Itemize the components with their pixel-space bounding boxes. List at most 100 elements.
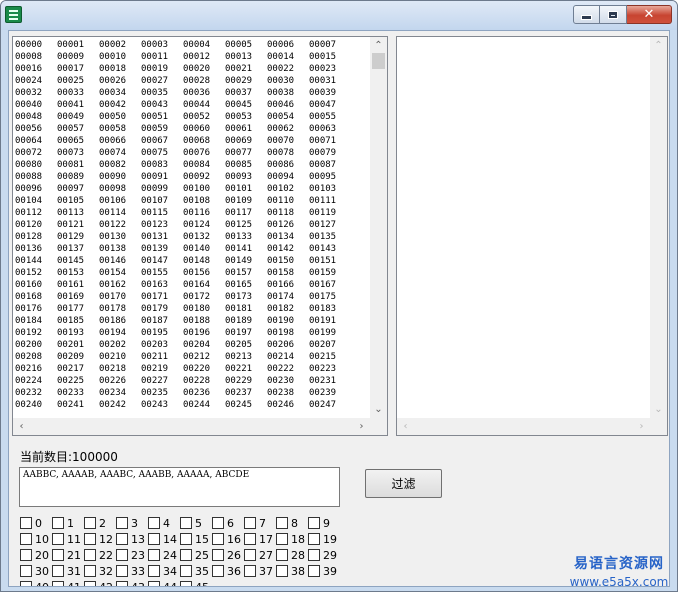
- filter-button[interactable]: 过滤: [365, 469, 442, 498]
- checkbox-box[interactable]: [244, 517, 256, 529]
- result-list-hscrollbar[interactable]: ‹ ›: [397, 418, 650, 435]
- checkbox-box[interactable]: [308, 517, 320, 529]
- list-item[interactable]: 00240 00241 00242 00243 00244 00245 00246 00247: [15, 399, 351, 411]
- checkbox-12[interactable]: 12: [84, 531, 113, 547]
- checkbox-18[interactable]: 18: [276, 531, 305, 547]
- checkbox-30[interactable]: 30: [20, 563, 49, 579]
- list-item[interactable]: 00048 00049 00050 00051 00052 00053 00054 00055: [15, 111, 351, 123]
- list-item[interactable]: 00096 00097 00098 00099 00100 00101 00102 00103: [15, 183, 351, 195]
- checkbox-0[interactable]: 0: [20, 515, 42, 531]
- checkbox-9[interactable]: 9: [308, 515, 330, 531]
- list-item[interactable]: 00216 00217 00218 00219 00220 00221 00222 00223: [15, 363, 351, 375]
- scroll-left-arrow-icon[interactable]: ‹: [13, 418, 30, 435]
- checkbox-14[interactable]: 14: [148, 531, 177, 547]
- list-item[interactable]: 00128 00129 00130 00131 00132 00133 00134 00135: [15, 231, 351, 243]
- list-item[interactable]: 00016 00017 00018 00019 00020 00021 00022 00023: [15, 63, 351, 75]
- checkbox-39[interactable]: 39: [308, 563, 337, 579]
- checkbox-box[interactable]: [84, 517, 96, 529]
- title-bar[interactable]: ✕: [1, 1, 677, 30]
- checkbox-29[interactable]: 29: [308, 547, 337, 563]
- checkbox-15[interactable]: 15: [180, 531, 209, 547]
- checkbox-24[interactable]: 24: [148, 547, 177, 563]
- checkbox-box[interactable]: [20, 565, 32, 577]
- checkbox-45[interactable]: 45: [180, 579, 209, 586]
- list-item[interactable]: 00032 00033 00034 00035 00036 00037 00038 00039: [15, 87, 351, 99]
- checkbox-box[interactable]: [180, 549, 192, 561]
- checkbox-21[interactable]: 21: [52, 547, 81, 563]
- checkbox-box[interactable]: [148, 533, 160, 545]
- filter-input[interactable]: AABBC, AAAAB, AAABC, AAABB, AAAAA, ABCDE: [19, 467, 340, 507]
- checkbox-box[interactable]: [116, 533, 128, 545]
- scroll-up-arrow-icon[interactable]: ⌃: [370, 37, 387, 54]
- list-item[interactable]: 00008 00009 00010 00011 00012 00013 00014 00015: [15, 51, 351, 63]
- list-item[interactable]: 00184 00185 00186 00187 00188 00189 00190 00191: [15, 315, 351, 327]
- checkbox-19[interactable]: 19: [308, 531, 337, 547]
- checkbox-box[interactable]: [52, 581, 64, 586]
- checkbox-7[interactable]: 7: [244, 515, 266, 531]
- checkbox-33[interactable]: 33: [116, 563, 145, 579]
- source-list[interactable]: 00000 00001 00002 00003 00004 00005 00006 00007…: [12, 36, 388, 436]
- checkbox-box[interactable]: [276, 565, 288, 577]
- checkbox-box[interactable]: [212, 549, 224, 561]
- list-item[interactable]: 00112 00113 00114 00115 00116 00117 00118 00119: [15, 207, 351, 219]
- checkbox-16[interactable]: 16: [212, 531, 241, 547]
- scroll-right-arrow-icon[interactable]: ›: [633, 418, 650, 435]
- checkbox-box[interactable]: [244, 533, 256, 545]
- checkbox-box[interactable]: [180, 565, 192, 577]
- list-item[interactable]: 00072 00073 00074 00075 00076 00077 00078 00079: [15, 147, 351, 159]
- checkbox-20[interactable]: 20: [20, 547, 49, 563]
- checkbox-box[interactable]: [148, 517, 160, 529]
- checkbox-43[interactable]: 43: [116, 579, 145, 586]
- list-item[interactable]: 00136 00137 00138 00139 00140 00141 00142 00143: [15, 243, 351, 255]
- source-list-vscroll-thumb[interactable]: [372, 53, 385, 69]
- checkbox-box[interactable]: [84, 581, 96, 586]
- source-list-hscrollbar[interactable]: ‹ ›: [13, 418, 370, 435]
- checkbox-3[interactable]: 3: [116, 515, 138, 531]
- checkbox-box[interactable]: [308, 565, 320, 577]
- scroll-up-arrow-icon[interactable]: ⌃: [650, 37, 667, 54]
- list-item[interactable]: 00224 00225 00226 00227 00228 00229 00230 00231: [15, 375, 351, 387]
- checkbox-box[interactable]: [148, 549, 160, 561]
- checkbox-box[interactable]: [52, 549, 64, 561]
- checkbox-41[interactable]: 41: [52, 579, 81, 586]
- checkbox-box[interactable]: [212, 565, 224, 577]
- list-item[interactable]: 00208 00209 00210 00211 00212 00213 00214 00215: [15, 351, 351, 363]
- checkbox-box[interactable]: [116, 581, 128, 586]
- list-item[interactable]: 00144 00145 00146 00147 00148 00149 00150 00151: [15, 255, 351, 267]
- list-item[interactable]: 00024 00025 00026 00027 00028 00029 00030 00031: [15, 75, 351, 87]
- close-button[interactable]: ✕: [627, 5, 672, 24]
- checkbox-box[interactable]: [212, 533, 224, 545]
- checkbox-34[interactable]: 34: [148, 563, 177, 579]
- checkbox-box[interactable]: [116, 517, 128, 529]
- checkbox-box[interactable]: [276, 533, 288, 545]
- checkbox-37[interactable]: 37: [244, 563, 273, 579]
- checkbox-box[interactable]: [116, 565, 128, 577]
- checkbox-box[interactable]: [244, 549, 256, 561]
- checkbox-box[interactable]: [52, 533, 64, 545]
- list-item[interactable]: 00104 00105 00106 00107 00108 00109 00110 00111: [15, 195, 351, 207]
- scroll-right-arrow-icon[interactable]: ›: [353, 418, 370, 435]
- checkbox-box[interactable]: [276, 517, 288, 529]
- checkbox-box[interactable]: [308, 533, 320, 545]
- checkbox-box[interactable]: [20, 517, 32, 529]
- checkbox-box[interactable]: [148, 581, 160, 586]
- scroll-down-arrow-icon[interactable]: ⌄: [650, 401, 667, 418]
- checkbox-box[interactable]: [84, 549, 96, 561]
- checkbox-box[interactable]: [180, 517, 192, 529]
- checkbox-10[interactable]: 10: [20, 531, 49, 547]
- scroll-down-arrow-icon[interactable]: ⌄: [370, 401, 387, 418]
- list-item[interactable]: 00160 00161 00162 00163 00164 00165 00166 00167: [15, 279, 351, 291]
- checkbox-25[interactable]: 25: [180, 547, 209, 563]
- checkbox-38[interactable]: 38: [276, 563, 305, 579]
- list-item[interactable]: 00056 00057 00058 00059 00060 00061 00062 00063: [15, 123, 351, 135]
- checkbox-1[interactable]: 1: [52, 515, 74, 531]
- checkbox-4[interactable]: 4: [148, 515, 170, 531]
- checkbox-40[interactable]: 40: [20, 579, 49, 586]
- checkbox-box[interactable]: [308, 549, 320, 561]
- checkbox-box[interactable]: [84, 533, 96, 545]
- checkbox-23[interactable]: 23: [116, 547, 145, 563]
- list-item[interactable]: 00000 00001 00002 00003 00004 00005 00006 00007: [15, 39, 351, 51]
- checkbox-42[interactable]: 42: [84, 579, 113, 586]
- result-list-vscrollbar[interactable]: ⌃ ⌄: [650, 37, 667, 418]
- checkbox-box[interactable]: [148, 565, 160, 577]
